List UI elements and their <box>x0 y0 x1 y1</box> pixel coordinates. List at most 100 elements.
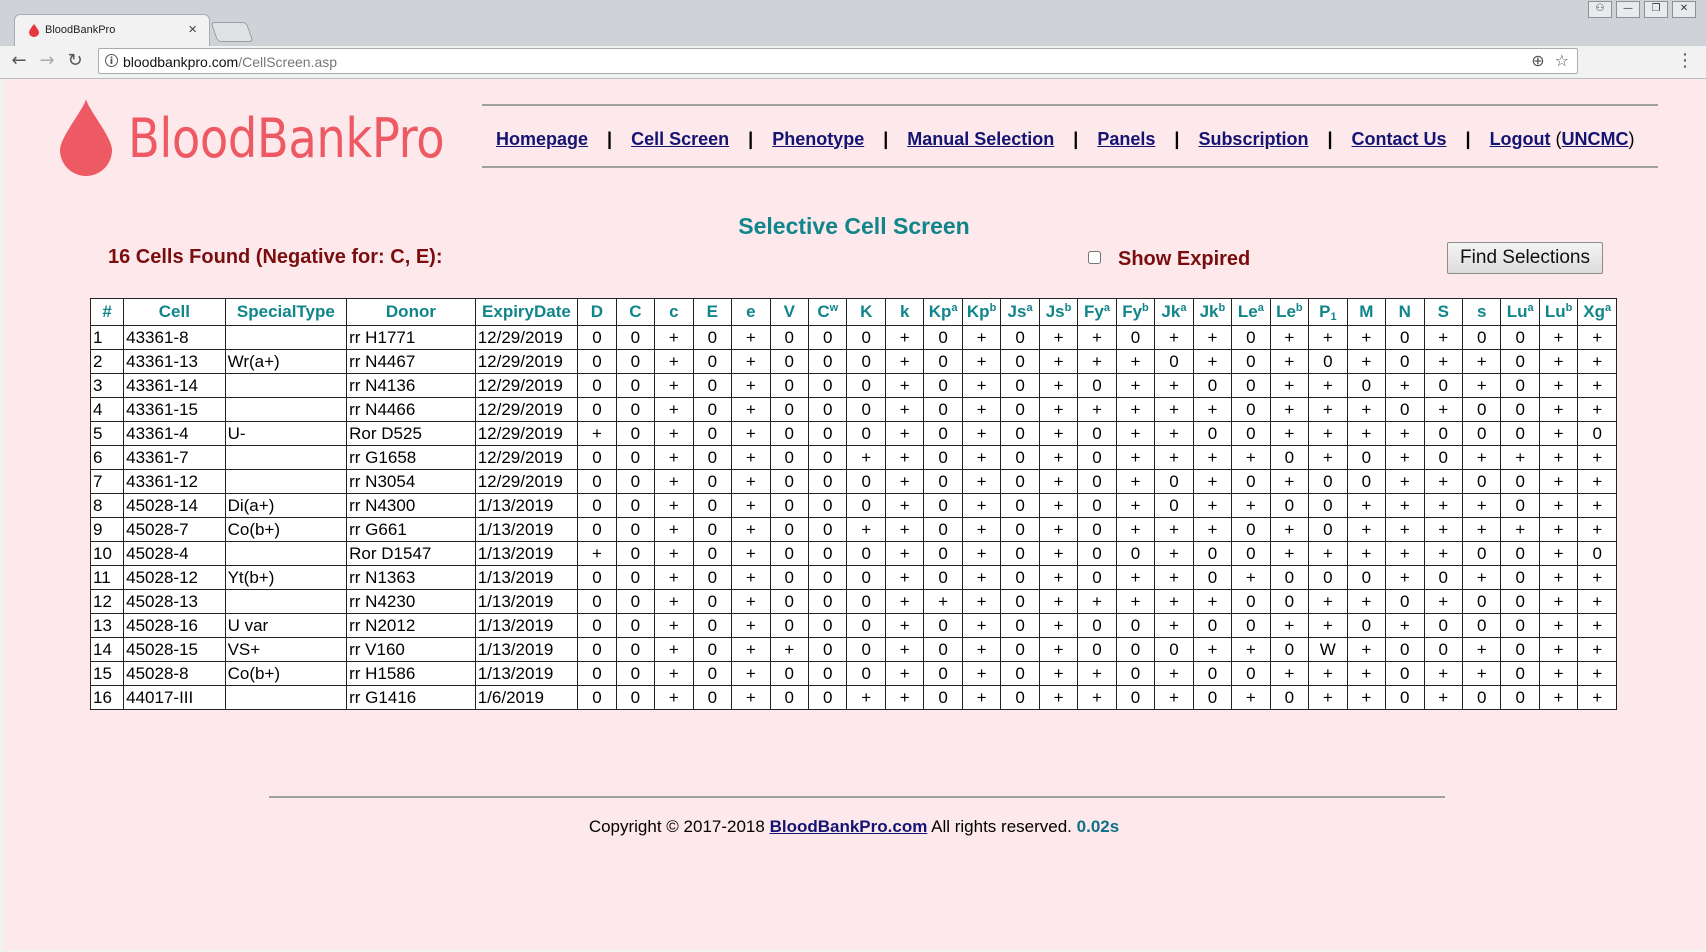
expiry-date-cell: 1/13/2019 <box>474 613 579 638</box>
antigen-result-cell: 0 <box>577 469 617 494</box>
antigen-result-cell: + <box>961 565 1002 590</box>
antigen-result-cell: + <box>1154 445 1194 470</box>
antigen-result-cell: + <box>884 661 925 686</box>
antigen-result-cell: + <box>1577 637 1617 662</box>
table-header-row: # Cell SpecialType Donor ExpiryDate D Cc Ee V Cw K… <box>89 298 1617 326</box>
antigen-result-cell: 0 <box>577 493 617 518</box>
new-tab-button[interactable] <box>210 22 254 42</box>
nav-user-account[interactable]: UNCMC <box>1562 129 1629 150</box>
antigen-result-cell: 0 <box>1231 541 1271 566</box>
info-icon[interactable]: i <box>105 54 118 67</box>
cell-id-cell: 43361-4 <box>123 421 226 446</box>
table-row: 2 43361-13 Wr(a+) rr N4467 12/29/2019 0 0 +0 +0 0… <box>89 349 1617 374</box>
antigen-result-cell: 0 <box>1500 661 1540 686</box>
antigen-result-cell: + <box>1269 469 1310 494</box>
antigen-result-cell: 0 <box>1269 493 1310 518</box>
nav-cell-screen[interactable]: Cell Screen <box>631 129 729 150</box>
column-header-superscript: b <box>1064 302 1072 314</box>
table-row: 12 45028-13 rr N4230 1/13/2019 0 0 +0 +0 0 0 + + +0 +… <box>89 589 1617 614</box>
antigen-result-cell: 0 <box>1231 397 1271 422</box>
table-row: 7 43361-12 rr N3054 12/29/2019 0 0 +0 +0 0 0 +0 +0 +… <box>89 469 1617 494</box>
antigen-result-cell: 0 <box>692 325 733 350</box>
antigen-result-cell: 0 <box>1077 565 1117 590</box>
reload-icon[interactable]: ↻ <box>64 50 86 71</box>
antigen-result-cell: + <box>1308 373 1348 398</box>
address-bar[interactable]: i bloodbankpro.com/CellScreen.asp ⊕ ☆ <box>98 48 1578 74</box>
show-expired-checkbox[interactable] <box>1088 251 1101 264</box>
footer-site-link[interactable]: BloodBankPro.com <box>770 817 928 836</box>
antigen-result-cell: 0 <box>1308 517 1348 542</box>
nav-homepage[interactable]: Homepage <box>496 129 588 150</box>
donor-cell: rr H1586 <box>346 661 476 686</box>
nav-contact-us[interactable]: Contact Us <box>1352 129 1447 150</box>
nav-phenotype[interactable]: Phenotype <box>772 129 864 150</box>
antigen-result-cell: 0 <box>1500 373 1540 398</box>
antigen-result-cell: 0 <box>1000 469 1040 494</box>
antigen-result-cell: + <box>1423 589 1463 614</box>
antigen-result-cell: + <box>577 421 617 446</box>
antigen-result-cell: + <box>1346 685 1387 710</box>
antigen-result-cell: 0 <box>1423 565 1463 590</box>
close-window-icon[interactable]: ✕ <box>1672 1 1696 18</box>
antigen-result-cell: 0 <box>1500 613 1540 638</box>
antigen-result-cell: + <box>884 517 925 542</box>
antigen-result-cell: + <box>961 493 1002 518</box>
antigen-result-cell: + <box>1038 517 1079 542</box>
column-header: Fyb <box>1115 298 1156 326</box>
tab-close-icon[interactable]: × <box>188 21 197 38</box>
browser-menu-icon[interactable]: ⋮ <box>1676 50 1694 71</box>
antigen-result-cell: + <box>1423 325 1463 350</box>
cell-id-cell: 44017-III <box>123 685 226 710</box>
show-expired-label[interactable]: Show Expired <box>1118 248 1250 271</box>
antigen-result-cell: 0 <box>1500 541 1540 566</box>
antigen-result-cell: + <box>1308 397 1348 422</box>
column-header-superscript: a <box>1103 302 1110 314</box>
antigen-result-cell: 0 <box>577 661 617 686</box>
back-arrow-icon[interactable]: ← <box>8 50 30 71</box>
antigen-result-cell: 0 <box>1461 469 1502 494</box>
antigen-result-cell: + <box>1115 565 1156 590</box>
antigen-result-cell: 0 <box>807 349 848 374</box>
antigen-result-cell: 0 <box>1423 613 1463 638</box>
restore-icon[interactable]: ❐ <box>1644 1 1668 18</box>
antigen-result-cell: + <box>731 565 771 590</box>
column-header-label: Js <box>1007 302 1027 321</box>
antigen-result-cell: 0 <box>1077 469 1117 494</box>
nav-subscription[interactable]: Subscription <box>1198 129 1308 150</box>
minimize-icon[interactable]: — <box>1616 1 1640 18</box>
antigen-result-cell: + <box>1154 541 1194 566</box>
antigen-result-cell: + <box>884 373 925 398</box>
nav-logout[interactable]: Logout <box>1490 129 1551 150</box>
column-header: Jkb <box>1192 298 1233 326</box>
antigen-result-cell: + <box>884 421 925 446</box>
url-text[interactable]: bloodbankpro.com/CellScreen.asp <box>123 54 337 70</box>
column-header: Lub <box>1538 298 1579 326</box>
forward-arrow-icon[interactable]: → <box>36 50 58 71</box>
column-header-label: Lu <box>1544 302 1566 321</box>
antigen-result-cell: 0 <box>1231 517 1271 542</box>
antigen-result-cell: + <box>654 637 694 662</box>
column-header: e <box>731 298 771 326</box>
antigen-result-cell: + <box>1538 661 1579 686</box>
antigen-result-cell: + <box>923 589 963 614</box>
zoom-icon[interactable]: ⊕ <box>1531 51 1544 70</box>
nav-separator: | <box>1465 128 1471 149</box>
nav-panels[interactable]: Panels <box>1097 129 1155 150</box>
row-number-cell: 3 <box>89 373 125 398</box>
site-logo[interactable]: BloodBankPro <box>60 99 496 177</box>
donor-cell: rr N2012 <box>346 613 476 638</box>
antigen-result-cell: 0 <box>1000 397 1040 422</box>
special-type-cell <box>224 685 348 710</box>
antigen-result-cell: 0 <box>923 349 963 374</box>
find-selections-button[interactable]: Find Selections <box>1447 242 1603 274</box>
nav-manual-selection[interactable]: Manual Selection <box>907 129 1054 150</box>
browser-tab[interactable]: BloodBankPro × <box>14 14 210 46</box>
column-header-label: V <box>783 302 795 321</box>
antigen-result-cell: + <box>1423 685 1463 710</box>
cell-id-cell: 45028-16 <box>123 613 226 638</box>
bookmark-star-icon[interactable]: ☆ <box>1555 51 1569 70</box>
antigen-result-cell: 0 <box>1000 589 1040 614</box>
antigen-result-cell: 0 <box>1346 469 1387 494</box>
profile-icon[interactable]: ⚇ <box>1588 1 1612 18</box>
antigen-result-cell: + <box>884 541 925 566</box>
